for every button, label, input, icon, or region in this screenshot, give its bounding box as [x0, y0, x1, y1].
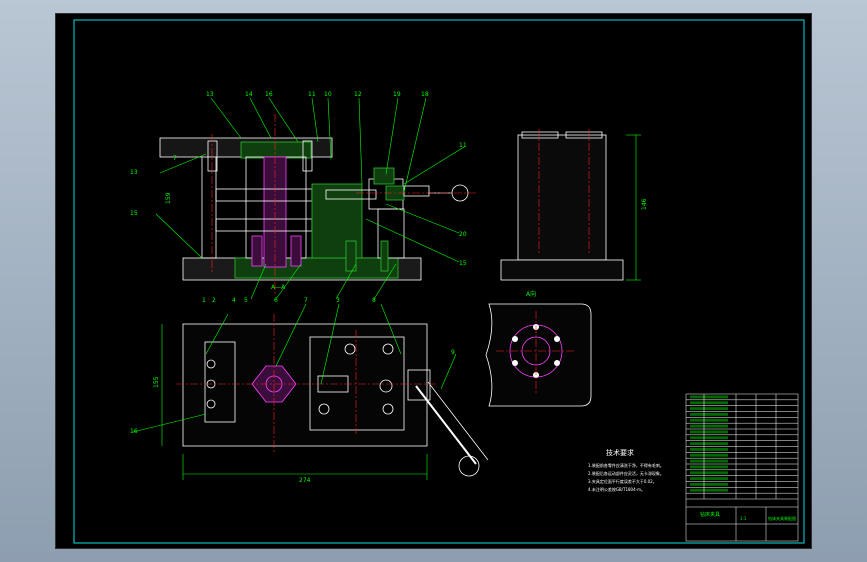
balloon-plan-9: 9: [451, 349, 455, 356]
parts-list-entry: [690, 401, 728, 405]
tech-note-4: 4.未注明公差按GB/T1804-m。: [588, 486, 645, 492]
balloon-16: 16: [265, 91, 273, 98]
parts-list-entry: [690, 413, 728, 416]
dim-height-main: 159: [165, 192, 172, 204]
section-label: A—A: [271, 284, 286, 291]
tech-note-3: 3.夹具定位面平行度误差不大于0.02。: [588, 478, 657, 484]
front-section-view: [159, 137, 469, 281]
parts-list-entry: [690, 442, 728, 445]
parts-list-entry: [690, 407, 728, 410]
view-a-label: A向: [526, 290, 536, 298]
balloon-b5: 5: [244, 297, 248, 304]
parts-list-entry: [690, 477, 728, 480]
balloon-left-13: 13: [130, 169, 138, 176]
balloon-11: 11: [308, 91, 316, 98]
balloon-left-15: 15: [130, 210, 138, 217]
balloon-12: 12: [354, 91, 362, 98]
parts-list-rows: [686, 395, 798, 494]
balloon-19: 19: [393, 91, 401, 98]
tech-note-1: 1.装配前各零件应清洗干净，不得有毛刺。: [588, 462, 664, 468]
balloon-10: 10: [324, 91, 332, 98]
parts-list-entry: [690, 430, 728, 434]
balloon-b1: 1: [202, 297, 206, 304]
dim-overall-length: 274: [299, 477, 311, 484]
tech-note-2: 2.装配后各运动部件应灵活，无卡滞现象。: [588, 470, 664, 476]
tech-notes-title: 技术要求: [606, 448, 634, 457]
balloon-right-15: 15: [459, 260, 467, 267]
title-block-scale: 1:1: [740, 516, 747, 521]
parts-list-entry: [690, 483, 728, 486]
balloon-b4: 4: [232, 297, 236, 304]
balloon-14: 14: [245, 91, 253, 98]
view-labels: A—A A向: [271, 284, 536, 298]
balloon-right-20: 20: [459, 231, 467, 238]
dim-base-width: 155: [153, 376, 160, 388]
side-view: [500, 131, 624, 281]
parts-list-entry: [690, 488, 728, 492]
side-dimension: [626, 134, 641, 281]
parts-list-entry: [690, 418, 728, 422]
balloon-right-11: 11: [459, 142, 467, 149]
detail-view-a: [485, 303, 592, 407]
balloon-b6: 6: [274, 297, 278, 304]
parts-list-entry: [690, 459, 728, 463]
parts-list-entry: [690, 436, 728, 440]
drawing-svg: 13 14 16 11 10 12 19 18 13 15 16 11 20 1…: [73, 19, 805, 544]
parts-list-entry: [690, 453, 728, 457]
plan-view: [182, 323, 489, 477]
title-block-title: 钻床夹具: [700, 511, 720, 518]
balloon-b8: 8: [372, 297, 376, 304]
parts-list-entry: [690, 465, 728, 469]
balloon-13: 13: [206, 91, 214, 98]
dim-small: 7: [173, 155, 177, 162]
balloon-b2: 2: [212, 297, 216, 304]
parts-list-entry: [690, 448, 728, 451]
cad-viewport[interactable]: 13 14 16 11 10 12 19 18 13 15 16 11 20 1…: [0, 0, 867, 562]
balloon-b3: 3: [336, 297, 340, 304]
parts-list-entry: [690, 471, 728, 475]
parts-list-entry: [690, 424, 728, 428]
balloon-18: 18: [421, 91, 429, 98]
sheet-frame: [73, 19, 805, 544]
technical-notes: 技术要求 1.装配前各零件应清洗干净，不得有毛刺。 2.装配后各运动部件应灵活，…: [588, 448, 664, 492]
parts-list-entry: [690, 395, 728, 399]
title-block-drawing-no: 钻床夹具装配图: [768, 515, 796, 521]
dim-height-side: 146: [641, 198, 648, 210]
drawing-sheet: 13 14 16 11 10 12 19 18 13 15 16 11 20 1…: [55, 13, 812, 549]
title-block-text: 钻床夹具 钻床夹具装配图 1:1: [700, 511, 796, 521]
balloon-left-16: 16: [130, 428, 138, 435]
balloon-b7: 7: [304, 297, 308, 304]
